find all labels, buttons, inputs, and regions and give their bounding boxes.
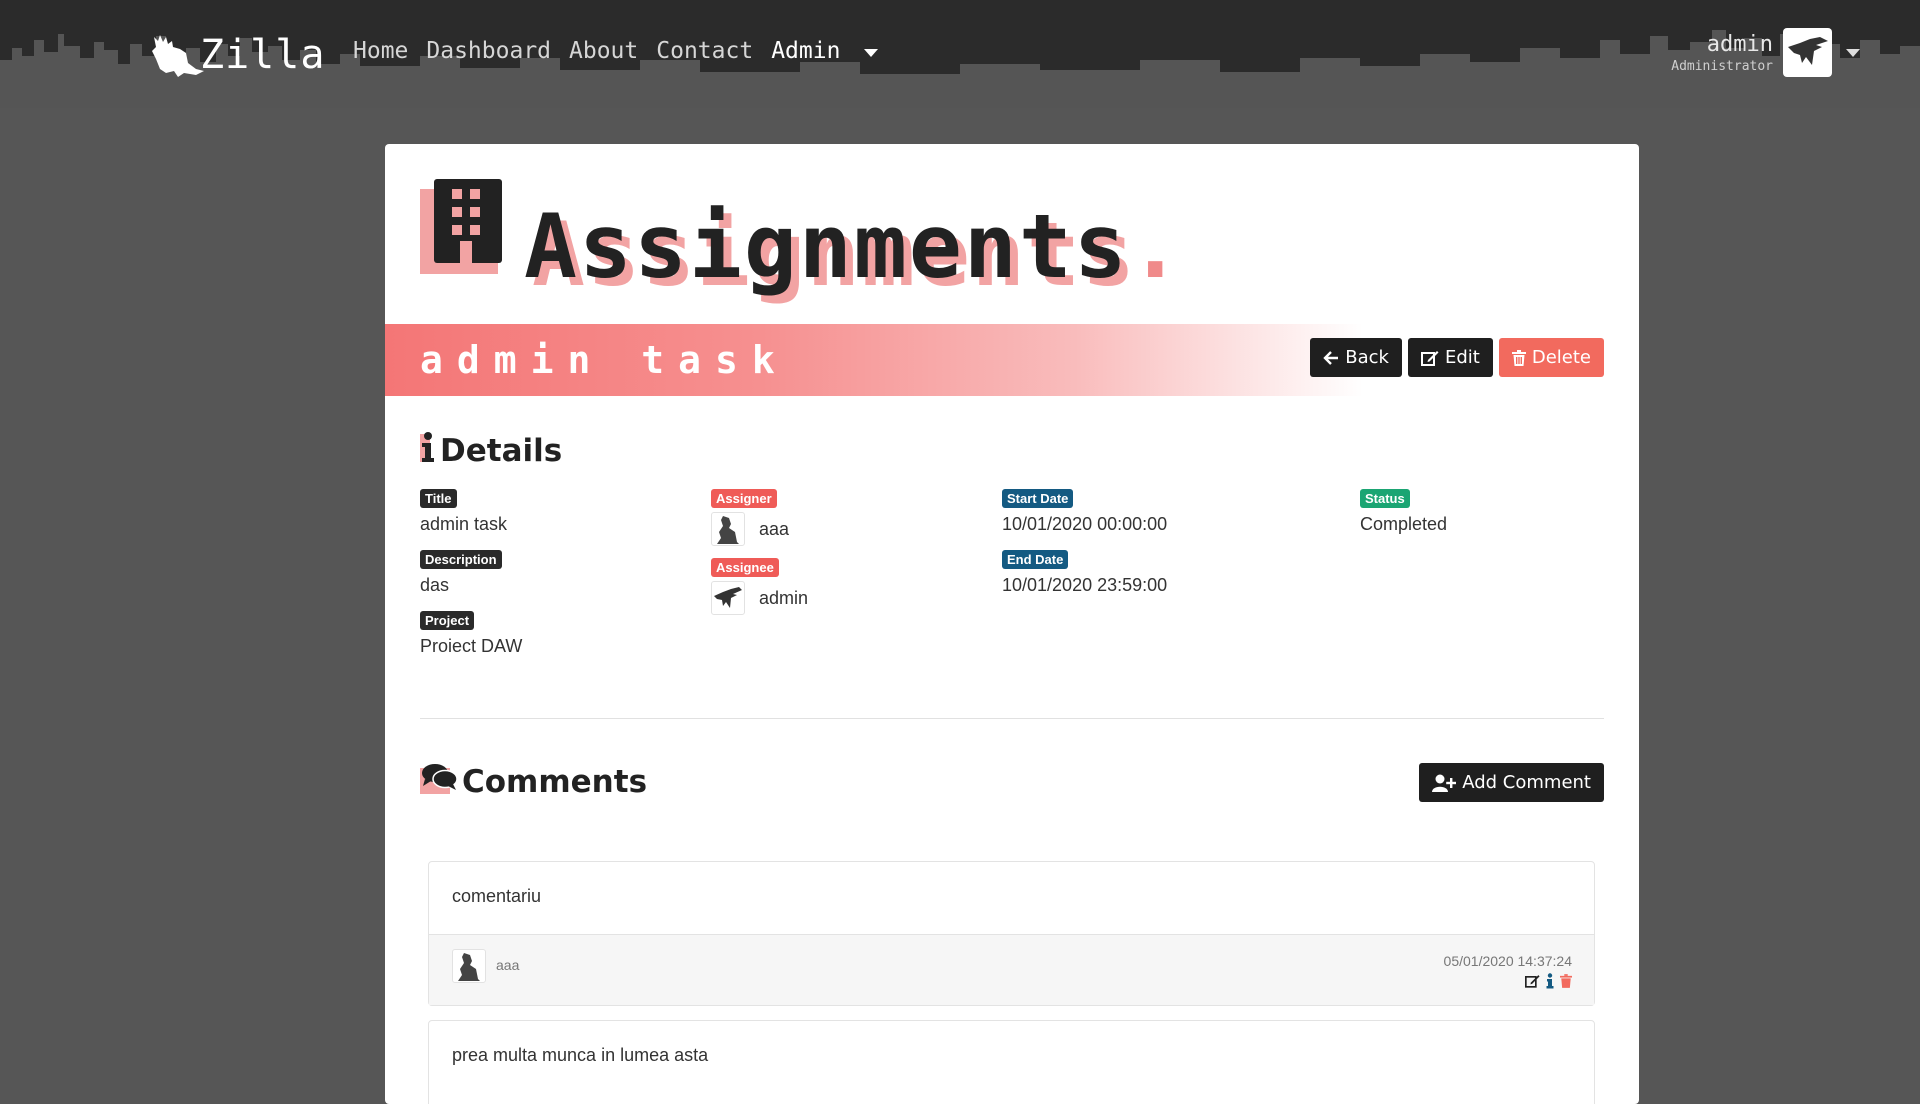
start-date-badge: Start Date [1002,489,1074,508]
details-title: Details [440,433,563,469]
field-start-date: Start Date 10/01/2020 00:00:00 [1002,489,1167,535]
user-menu[interactable]: admin Administrator [1671,28,1860,77]
title-value: admin task [420,514,508,534]
add-comment-label: Add Comment [1462,772,1591,793]
nav-about[interactable]: About [569,38,638,64]
title-badge: Title [420,489,457,508]
edit-icon[interactable] [1525,974,1540,988]
comments-icon [420,762,458,802]
arrow-left-icon [1323,350,1339,365]
project-badge: Project [420,611,475,630]
assignee-name: admin [759,587,809,608]
assignee-badge: Assignee [711,558,779,577]
description-badge: Description [420,550,502,569]
trash-icon [1511,349,1526,366]
comments-title: Comments [462,764,648,800]
page-title: Assignments Assignments. [524,195,1184,305]
user-plus-icon [1432,774,1457,792]
page-heading: Assignments Assignments. [420,179,1184,305]
task-name: admin task [420,338,789,382]
assignee-avatar-icon [711,581,745,615]
assigner-name: aaa [759,518,790,539]
field-title: Title admin task [420,489,507,535]
page-title-dot: . [1128,195,1184,298]
comments-heading: Comments [420,762,647,802]
delete-button[interactable]: Delete [1498,338,1604,377]
description-value: das [420,575,450,595]
add-comment-button[interactable]: Add Comment [1419,763,1604,802]
edit-label: Edit [1444,347,1480,368]
page-title-text: Assignments [524,195,1129,298]
field-end-date: End Date 10/01/2020 23:59:00 [1002,550,1167,596]
status-badge: Status [1360,489,1410,508]
back-label: Back [1345,347,1389,368]
user-role: Administrator [1671,58,1773,74]
user-avatar[interactable] [1783,28,1832,77]
start-date-value: 10/01/2020 00:00:00 [1002,514,1168,534]
status-value: Completed [1360,514,1448,534]
field-assigner: Assigner aaa [711,489,789,546]
field-project: Project Proiect DAW [420,611,522,657]
comment-card: comentariu aaa 05/01/2020 14:37:24 [428,861,1595,1006]
assignment-card: Assignments Assignments. admin task Back… [385,144,1639,1104]
section-divider [420,718,1604,719]
assignee-person[interactable]: admin [711,581,808,615]
task-banner: admin task Back Edit Delete [385,324,1639,396]
end-date-badge: End Date [1002,550,1069,569]
delete-label: Delete [1531,347,1591,368]
comment-card: prea multa munca in lumea asta [428,1020,1595,1104]
trash-icon[interactable] [1560,974,1572,988]
info-icon[interactable] [1546,973,1554,989]
comment-text: comentariu [452,886,542,906]
field-assignee: Assignee admin [711,558,808,615]
task-actions: Back Edit Delete [1310,338,1604,377]
user-dropdown-caret-icon[interactable] [1846,48,1860,57]
comment-actions [1525,973,1572,989]
comment-date: 05/01/2020 14:37:24 [1443,953,1572,969]
assigner-avatar-icon [711,512,745,546]
edit-icon [1420,350,1439,366]
info-icon [420,430,436,472]
nav-admin[interactable]: Admin [771,38,840,64]
user-info: admin Administrator [1671,31,1773,75]
details-heading: Details [420,430,562,472]
godzilla-logo [152,35,204,77]
field-description: Description das [420,550,502,596]
comment-text: prea multa munca in lumea asta [452,1045,709,1065]
admin-dropdown-caret-icon[interactable] [864,49,879,57]
user-name: admin [1706,31,1773,57]
assigner-person[interactable]: aaa [711,512,789,546]
brand-name: Zilla [200,32,326,78]
comment-author: aaa [496,957,520,973]
brand-logo[interactable]: Zilla [150,30,325,80]
building-icon [420,179,506,274]
field-status: Status Completed [1360,489,1447,535]
project-value: Proiect DAW [420,636,523,656]
end-date-value: 10/01/2020 23:59:00 [1002,575,1168,595]
main-nav: Home Dashboard About Contact Admin [353,38,879,64]
navbar: Zilla Home Dashboard About Contact Admin… [0,0,1920,108]
details-fields: Title admin task Description das Project… [420,489,1604,659]
nav-contact[interactable]: Contact [656,38,753,64]
back-button[interactable]: Back [1310,338,1402,377]
assigner-badge: Assigner [711,489,777,508]
comment-author-avatar-icon [452,949,486,983]
nav-dashboard[interactable]: Dashboard [426,38,551,64]
edit-button[interactable]: Edit [1407,338,1493,377]
comment-footer: aaa 05/01/2020 14:37:24 [429,934,1594,1005]
nav-home[interactable]: Home [353,38,408,64]
user-avatar-icon [1787,36,1828,65]
